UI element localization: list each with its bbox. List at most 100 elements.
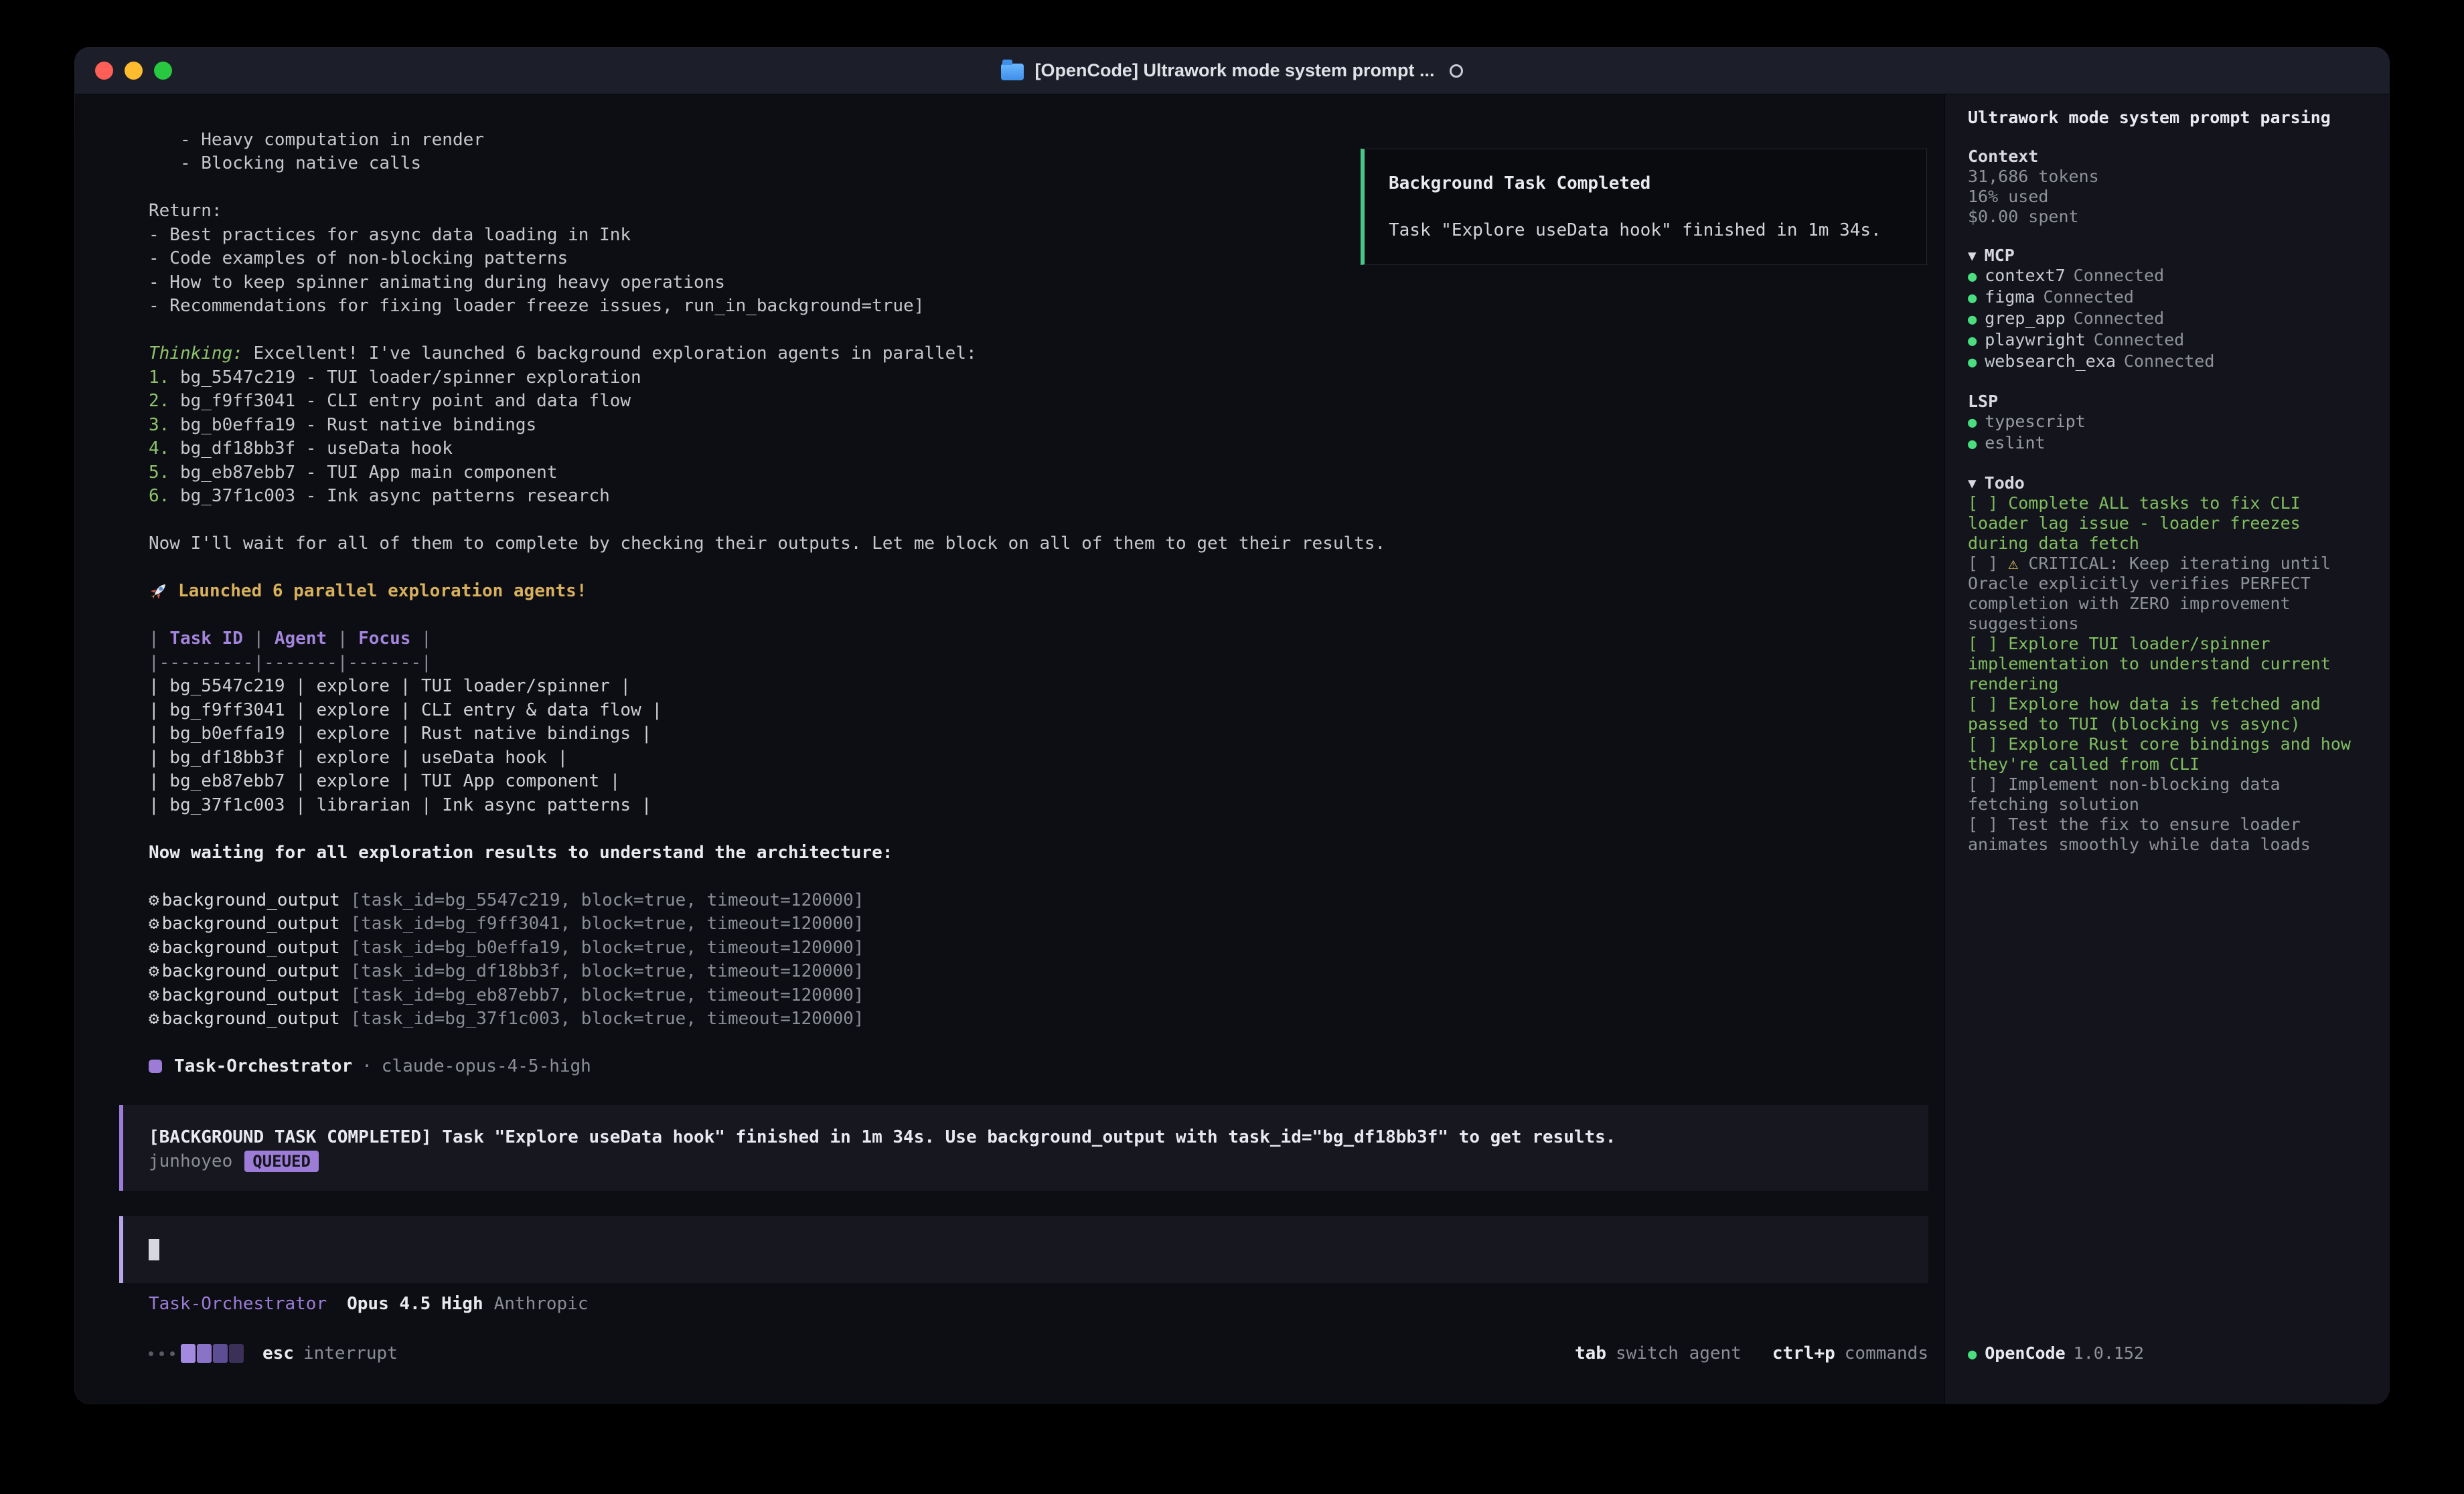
agent-list-item: 5. bg_eb87ebb7 - TUI App main component [149,461,1944,485]
mcp-item: ●context7Connected [1968,266,2369,287]
prompt-input[interactable] [119,1216,1928,1283]
esc-key-label: interrupt [303,1343,398,1363]
table-row: | bg_eb87ebb7 | explore | TUI App compon… [149,770,1944,794]
status-badge: QUEUED [244,1151,319,1172]
gear-icon: ⚙ [149,1009,159,1029]
window-titlebar[interactable]: [OpenCode] Ultrawork mode system prompt … [75,48,2389,94]
table-header: | Task ID | Agent | Focus | [149,627,1944,651]
window-title: [OpenCode] Ultrawork mode system prompt … [1034,60,1434,81]
task-completed-text: [BACKGROUND TASK COMPLETED] Task "Explor… [149,1125,1908,1149]
context-tokens: 31,686 tokens [1968,167,2369,187]
close-button[interactable] [95,62,113,80]
agent-list-item: 1. bg_5547c219 - TUI loader/spinner expl… [149,365,1944,390]
warning-icon: ⚠ [2008,554,2018,573]
spinner-dot [159,1351,164,1356]
context-spent: $0.00 spent [1968,207,2369,227]
window-title-group: [OpenCode] Ultrawork mode system prompt … [1001,60,1462,81]
app-version: ● OpenCode 1.0.152 [1968,1343,2144,1365]
ctrlp-key-hint: ctrl+p [1772,1343,1835,1363]
message-line: Now I'll wait for all of them to complet… [149,532,1944,556]
mcp-item: ●playwrightConnected [1968,330,2369,351]
message-line: - How to keep spinner animating during h… [149,270,1944,295]
status-dot-icon: ● [1968,267,1977,287]
gear-icon: ⚙ [149,914,159,934]
status-dot-icon: ● [1968,413,1977,433]
table-row: | bg_df18bb3f | explore | useData hook | [149,746,1944,770]
prompt-footer: Task-OrchestratorOpus 4.5 HighAnthropic [119,1283,1928,1314]
sidebar: Ultrawork mode system prompt parsing Con… [1944,94,2389,1404]
progress-block [229,1344,244,1363]
notification-body: Task "Explore useData hook" finished in … [1389,219,1906,242]
lsp-section: LSP ●typescript ●eslint [1968,392,2369,454]
gear-icon: ⚙ [149,890,159,910]
agent-list-item: 2. bg_f9ff3041 - CLI entry point and dat… [149,390,1944,414]
table-row: | bg_b0effa19 | explore | Rust native bi… [149,722,1944,746]
status-dot-icon: ● [1968,310,1977,330]
todo-item: [ ] Explore Rust core bindings and how t… [1968,734,2369,774]
session-title: Ultrawork mode system prompt parsing [1968,108,2369,128]
zoom-button[interactable] [154,62,172,80]
tool-call: ⚙background_output [task_id=bg_b0effa19,… [149,936,1944,960]
active-model: Opus 4.5 High [347,1294,483,1314]
status-dot-icon: ● [1968,353,1977,373]
background-task-message: [BACKGROUND TASK COMPLETED] Task "Explor… [119,1105,1928,1191]
tool-call: ⚙background_output [task_id=bg_5547c219,… [149,888,1944,912]
conversation-pane: - Heavy computation in render - Blocking… [75,94,1944,1404]
spinner-dot [149,1351,153,1356]
mcp-header[interactable]: ▼MCP [1968,246,2369,266]
username: junhoyeo [149,1149,232,1173]
minimize-button[interactable] [125,62,143,80]
mcp-item: ●figmaConnected [1968,287,2369,309]
agent-list-item: 6. bg_37f1c003 - Ink async patterns rese… [149,485,1944,509]
context-section: Context 31,686 tokens 16% used $0.00 spe… [1968,147,2369,227]
table-row: | bg_f9ff3041 | explore | CLI entry & da… [149,698,1944,722]
esc-key-hint: esc [262,1343,294,1363]
table-row: | bg_5547c219 | explore | TUI loader/spi… [149,675,1944,699]
toast-notification: Background Task Completed Task "Explore … [1361,149,1927,265]
app-name: OpenCode [1985,1343,2065,1363]
mcp-section: ▼MCP ●context7Connected ●figmaConnected … [1968,246,2369,373]
context-used: 16% used [1968,187,2369,207]
mcp-item: ●websearch_exaConnected [1968,351,2369,373]
active-agent: Task-Orchestrator [149,1294,327,1314]
table-separator: |---------|-------|-------| [149,651,1944,675]
tab-key-label: switch agent [1616,1343,1742,1363]
context-header: Context [1968,147,2369,167]
thinking-label: Thinking: [149,343,243,363]
lsp-header: LSP [1968,392,2369,412]
agent-list-item: 3. bg_b0effa19 - Rust native bindings [149,413,1944,437]
todo-item: [ ] Complete ALL tasks to fix CLI loader… [1968,493,2369,554]
terminal-window: [OpenCode] Ultrawork mode system prompt … [75,48,2389,1404]
prompt-input-block: Task-OrchestratorOpus 4.5 HighAnthropic [119,1216,1928,1314]
status-bar: esc interrupt tab switch agent ctrl+p comman… [149,1341,1928,1366]
gear-icon: ⚙ [149,938,159,958]
tool-call: ⚙background_output [task_id=bg_eb87ebb7,… [149,983,1944,1007]
agent-icon [149,1060,162,1073]
todo-item: [ ] Implement non-blocking data fetching… [1968,774,2369,815]
todo-header[interactable]: ▼Todo [1968,473,2369,493]
progress-block [213,1344,228,1363]
status-dot-icon: ● [1968,434,1977,454]
tool-call: ⚙background_output [task_id=bg_f9ff3041,… [149,912,1944,936]
ctrlp-key-label: commands [1845,1343,1928,1363]
waiting-heading: Now waiting for all exploration results … [149,841,1944,865]
app-version-number: 1.0.152 [2074,1343,2144,1363]
gear-icon: ⚙ [149,985,159,1005]
agent-list-item: 4. bg_df18bb3f - useData hook [149,437,1944,461]
mcp-item: ●grep_appConnected [1968,309,2369,330]
lsp-item: ●eslint [1968,433,2369,454]
agent-status-line: Task-Orchestrator·claude-opus-4-5-high [149,1055,1944,1079]
progress-block [181,1344,196,1363]
chevron-down-icon: ▼ [1968,473,1977,493]
todo-item: [ ] Explore TUI loader/spinner implement… [1968,634,2369,694]
thinking-line: Thinking: Excellent! I've launched 6 bac… [149,342,1944,366]
tool-call: ⚙background_output [task_id=bg_37f1c003,… [149,1007,1944,1031]
rocket-icon [149,581,169,601]
tool-call: ⚙background_output [task_id=bg_df18bb3f,… [149,960,1944,984]
spinner-dot [170,1351,175,1356]
gear-icon: ⚙ [149,961,159,981]
tab-key-hint: tab [1575,1343,1606,1363]
status-dot-icon: ● [1968,1345,1977,1365]
lsp-item: ●typescript [1968,412,2369,433]
message-line: - Recommendations for fixing loader free… [149,295,1944,319]
